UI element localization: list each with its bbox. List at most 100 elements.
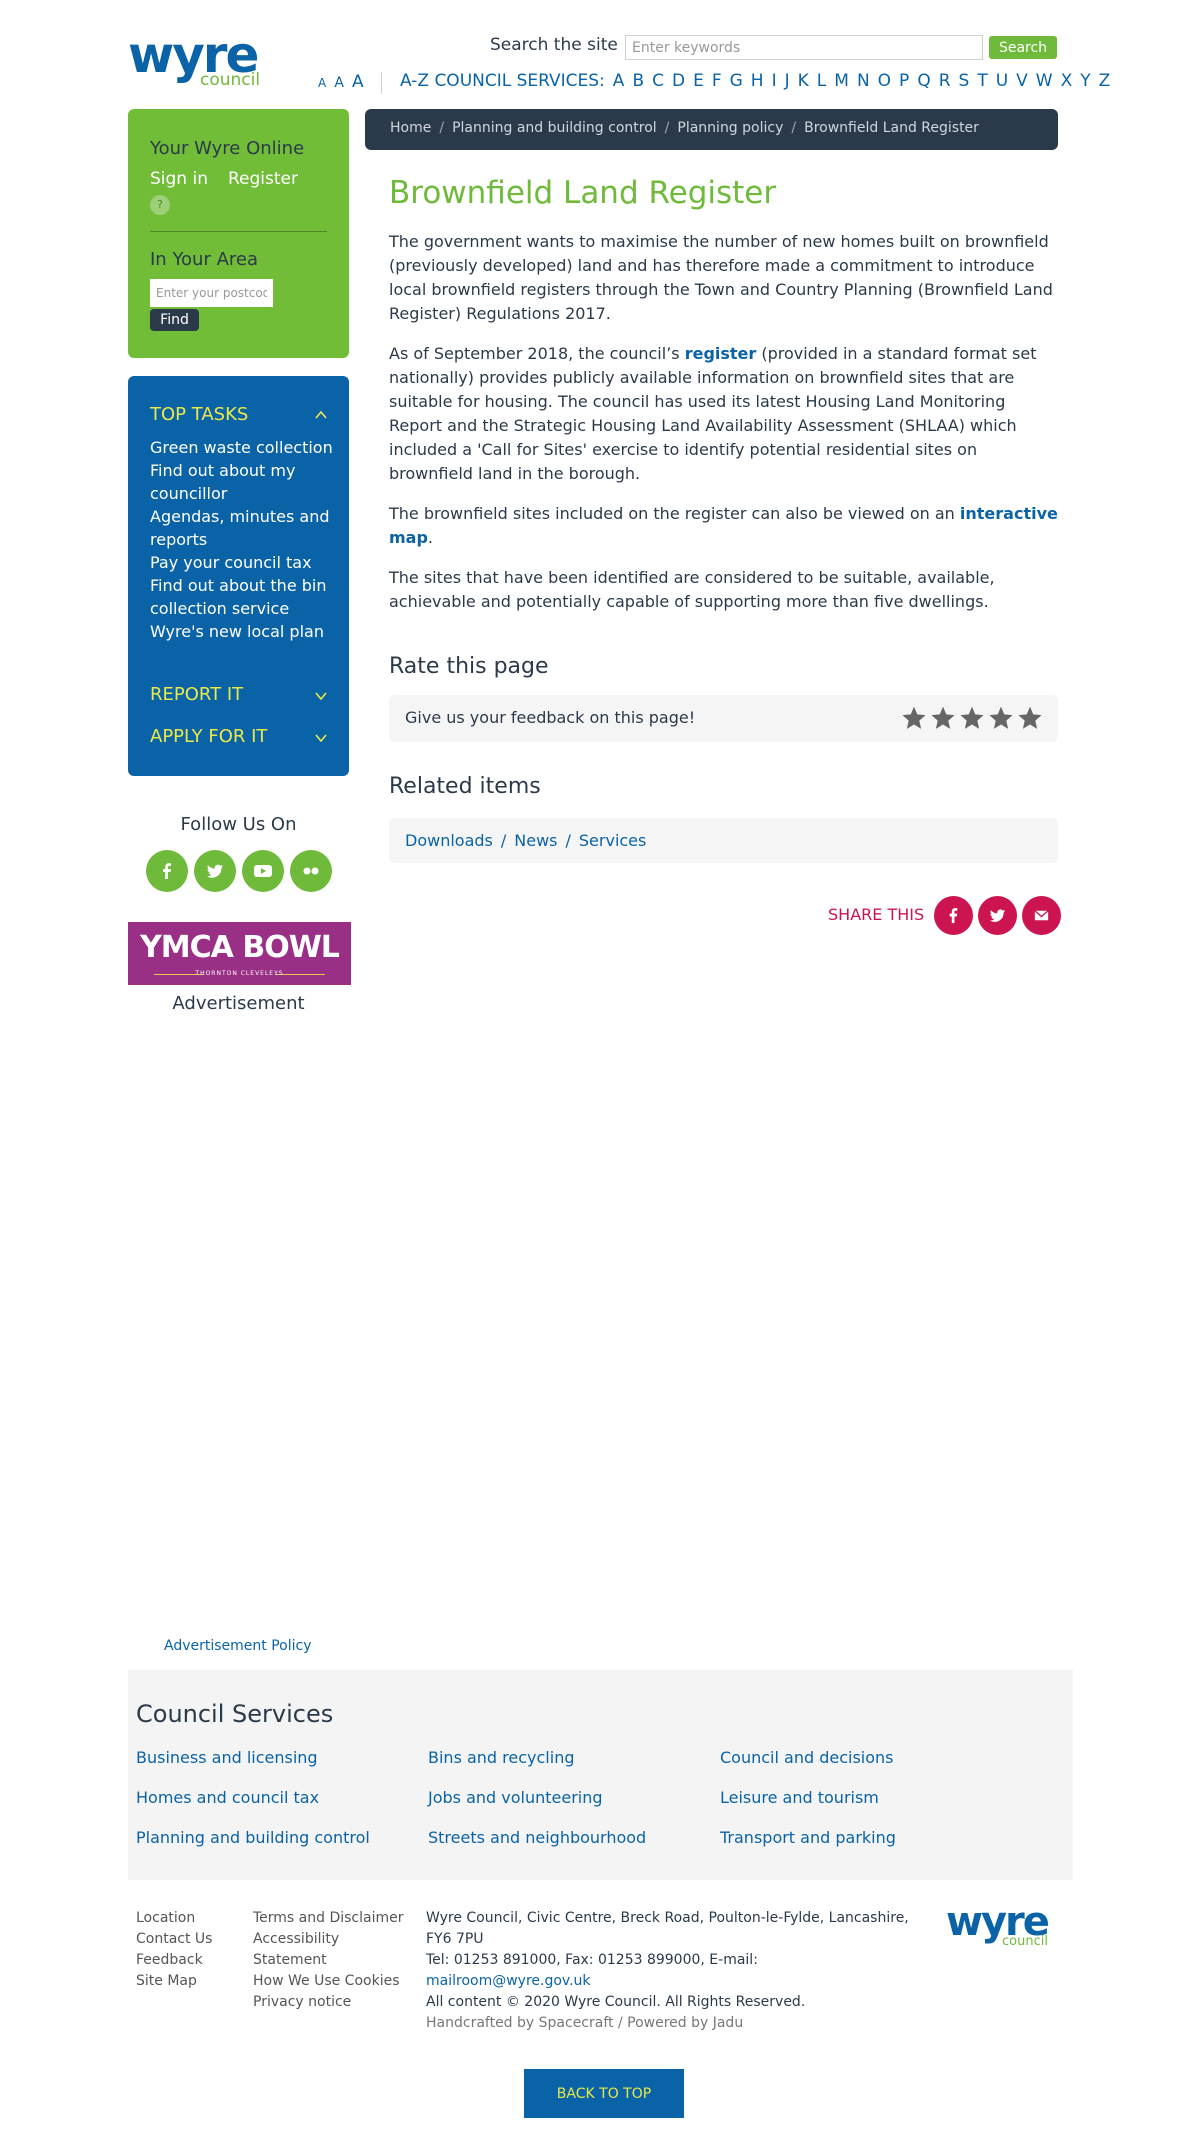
- share-twitter-icon[interactable]: [978, 896, 1017, 935]
- breadcrumb-item[interactable]: Planning and building control: [452, 120, 657, 136]
- search-button[interactable]: Search: [989, 36, 1057, 59]
- ymca-bowl-advert[interactable]: YMCA BOWL THORNTON CLEVELEYS: [128, 922, 351, 985]
- az-label: A-Z COUNCIL SERVICES:: [400, 71, 605, 91]
- sign-in-link[interactable]: Sign in: [150, 169, 208, 189]
- help-icon[interactable]: ?: [150, 195, 170, 215]
- az-letter-link[interactable]: C: [652, 71, 664, 91]
- footer-link[interactable]: How We Use Cookies: [253, 1971, 404, 1992]
- az-letter-link[interactable]: Q: [917, 71, 930, 91]
- back-to-top-button[interactable]: BACK TO TOP: [524, 2069, 684, 2118]
- az-letter-link[interactable]: D: [672, 71, 685, 91]
- text-size-medium[interactable]: A: [334, 75, 344, 91]
- council-email-link[interactable]: mailroom@wyre.gov.uk: [426, 1971, 926, 1992]
- chevron-down-icon[interactable]: [315, 732, 327, 744]
- search-input[interactable]: [625, 35, 983, 60]
- related-link[interactable]: Downloads: [405, 831, 493, 850]
- breadcrumb-current: Brownfield Land Register: [804, 120, 979, 136]
- service-link[interactable]: Transport and parking: [720, 1828, 896, 1847]
- register-link[interactable]: register: [685, 344, 757, 363]
- service-link[interactable]: Planning and building control: [136, 1828, 370, 1847]
- task-link[interactable]: Wyre's new local plan: [150, 620, 340, 643]
- facebook-icon[interactable]: [146, 850, 188, 892]
- footer-link[interactable]: Site Map: [136, 1971, 212, 1992]
- top-tasks-toggle[interactable]: TOP TASKS: [150, 404, 248, 425]
- flickr-icon[interactable]: [290, 850, 332, 892]
- az-letter-link[interactable]: G: [730, 71, 743, 91]
- az-letter-link[interactable]: S: [959, 71, 970, 91]
- find-button[interactable]: Find: [150, 309, 199, 331]
- register-paragraph: As of September 2018, the council’s regi…: [389, 342, 1059, 486]
- task-link[interactable]: Green waste collection: [150, 436, 340, 459]
- az-letter-link[interactable]: K: [798, 71, 809, 91]
- breadcrumb-item[interactable]: Planning policy: [677, 120, 783, 136]
- text-size-large[interactable]: A: [352, 72, 364, 92]
- follow-us-title: Follow Us On: [180, 814, 297, 835]
- related-link[interactable]: News: [514, 831, 557, 850]
- breadcrumb-separator: /: [791, 120, 797, 136]
- share-email-icon[interactable]: [1022, 896, 1061, 935]
- footer-link[interactable]: Contact Us: [136, 1929, 212, 1950]
- footer-link[interactable]: Accessibility: [253, 1929, 404, 1950]
- az-letter-link[interactable]: I: [772, 71, 777, 91]
- az-letter-link[interactable]: N: [857, 71, 870, 91]
- register-link[interactable]: Register: [228, 169, 298, 189]
- az-letter-link[interactable]: E: [693, 71, 704, 91]
- text-size-small[interactable]: A: [318, 76, 326, 90]
- star-icon[interactable]: [930, 705, 956, 731]
- az-letter-link[interactable]: B: [632, 71, 644, 91]
- star-icon[interactable]: [959, 705, 985, 731]
- az-letter-link[interactable]: U: [996, 71, 1008, 91]
- breadcrumb-item[interactable]: Home: [390, 120, 431, 136]
- star-icon[interactable]: [988, 705, 1014, 731]
- task-link[interactable]: Find out about my councillor: [150, 459, 340, 505]
- az-letter-link[interactable]: P: [899, 71, 909, 91]
- wyre-council-logo[interactable]: wyre council: [128, 30, 268, 90]
- footer-logo[interactable]: wyre council: [946, 1902, 1056, 1950]
- twitter-icon[interactable]: [194, 850, 236, 892]
- az-letter-link[interactable]: T: [977, 71, 987, 91]
- az-letter-link[interactable]: H: [751, 71, 764, 91]
- footer-link[interactable]: Terms and Disclaimer: [253, 1908, 404, 1929]
- postcode-input[interactable]: [150, 279, 273, 307]
- chevron-down-icon[interactable]: [315, 690, 327, 702]
- az-letter-link[interactable]: F: [712, 71, 722, 91]
- account-links: Sign in Register: [150, 169, 298, 189]
- report-it-toggle[interactable]: REPORT IT: [150, 684, 243, 705]
- service-link[interactable]: Streets and neighbourhood: [428, 1828, 646, 1847]
- service-link[interactable]: Business and licensing: [136, 1748, 318, 1767]
- footer-link[interactable]: Feedback: [136, 1950, 212, 1971]
- task-link[interactable]: Find out about the bin collection servic…: [150, 574, 340, 620]
- related-link[interactable]: Services: [579, 831, 646, 850]
- az-letter-link[interactable]: V: [1016, 71, 1028, 91]
- footer-link[interactable]: Statement: [253, 1950, 404, 1971]
- site-credit[interactable]: Handcrafted by Spacecraft / Powered by J…: [426, 2013, 926, 2034]
- az-letter-link[interactable]: A: [613, 71, 625, 91]
- council-address: Wyre Council, Civic Centre, Breck Road, …: [426, 1910, 909, 1947]
- star-icon[interactable]: [1017, 705, 1043, 731]
- az-letter-link[interactable]: J: [785, 71, 790, 91]
- chevron-up-icon[interactable]: [315, 409, 327, 421]
- az-letter-link[interactable]: X: [1061, 71, 1073, 91]
- footer-link[interactable]: Privacy notice: [253, 1992, 404, 2013]
- share-facebook-icon[interactable]: [934, 896, 973, 935]
- service-link[interactable]: Leisure and tourism: [720, 1788, 879, 1807]
- advertisement-policy-link[interactable]: Advertisement Policy: [164, 1638, 312, 1654]
- service-link[interactable]: Jobs and volunteering: [428, 1788, 603, 1807]
- az-letter-link[interactable]: W: [1036, 71, 1053, 91]
- star-icon[interactable]: [901, 705, 927, 731]
- service-link[interactable]: Council and decisions: [720, 1748, 894, 1767]
- az-letter-link[interactable]: L: [817, 71, 826, 91]
- service-link[interactable]: Homes and council tax: [136, 1788, 319, 1807]
- youtube-icon[interactable]: [242, 850, 284, 892]
- task-link[interactable]: Agendas, minutes and reports: [150, 505, 340, 551]
- az-letter-link[interactable]: O: [878, 71, 891, 91]
- service-link[interactable]: Bins and recycling: [428, 1748, 575, 1767]
- az-letter-link[interactable]: Y: [1080, 71, 1090, 91]
- az-letter-link[interactable]: R: [939, 71, 951, 91]
- task-link[interactable]: Pay your council tax: [150, 551, 340, 574]
- apply-for-it-toggle[interactable]: APPLY FOR IT: [150, 726, 267, 747]
- footer-link[interactable]: Location: [136, 1908, 212, 1929]
- your-wyre-online-title: Your Wyre Online: [150, 138, 305, 159]
- az-letter-link[interactable]: M: [834, 71, 849, 91]
- az-letter-link[interactable]: Z: [1099, 71, 1111, 91]
